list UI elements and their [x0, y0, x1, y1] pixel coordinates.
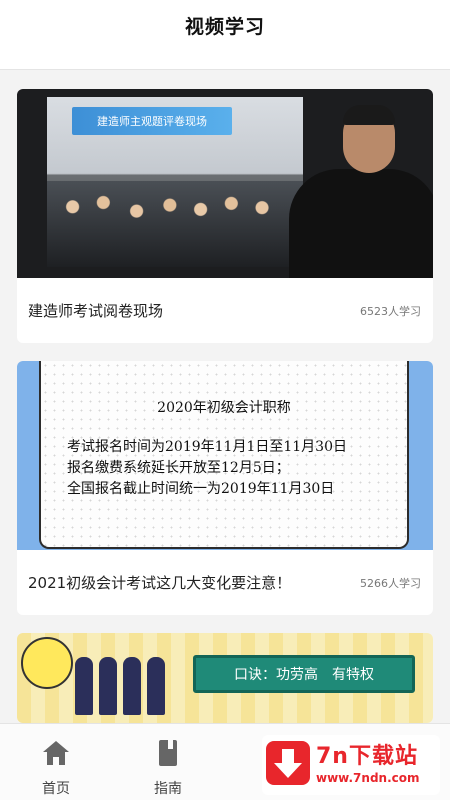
notice-title: 2020年初级会计职称 — [157, 400, 291, 416]
video-title: 2021初级会计考试这几大变化要注意！ — [28, 574, 292, 592]
book-icon — [138, 738, 198, 772]
graduates-image — [75, 645, 187, 715]
tab-guide[interactable]: 指南 — [138, 738, 198, 798]
notice-paper: 2020年初级会计职称 考试报名时间为2019年11月1日至11月30日 报名缴… — [39, 361, 409, 549]
notice-line: 考试报名时间为2019年11月1日至11月30日 — [67, 439, 347, 455]
thumbnail-banner: 建造师主观题评卷现场 — [72, 107, 232, 135]
page-title: 视频学习 — [184, 16, 265, 38]
learner-count: 5266人学习 — [360, 576, 421, 590]
graduate-figure — [123, 657, 141, 715]
presenter-hair — [343, 105, 395, 125]
watermark-brand: 7n下载站 — [316, 744, 418, 769]
notice-line: 报名缴费系统延长开放至12月5日； — [67, 460, 290, 476]
notice-line: 全国报名截止时间统一为2019年11月30日 — [67, 481, 335, 497]
chalkboard-text: 口诀：功劳高 有特权 — [193, 655, 415, 693]
learner-count: 6523人学习 — [360, 304, 421, 318]
graduate-figure — [75, 657, 93, 715]
video-thumbnail[interactable]: 2020年初级会计职称 考试报名时间为2019年11月1日至11月30日 报名缴… — [17, 361, 433, 550]
graduate-figure — [99, 657, 117, 715]
graduate-figure — [147, 657, 165, 715]
watermark-url: www.7ndn.com — [316, 771, 420, 785]
tab-label: 指南 — [154, 781, 182, 797]
tab-home[interactable]: 首页 — [26, 738, 86, 798]
watermark-logo: 7n下载站 www.7ndn.com — [262, 735, 440, 795]
audience-image — [47, 181, 303, 267]
video-card[interactable]: 建造师主观题评卷现场 建造师考试阅卷现场 6523人学习 — [17, 89, 433, 343]
video-title: 建造师考试阅卷现场 — [28, 302, 164, 320]
video-card[interactable]: 口诀：功劳高 有特权 — [17, 633, 433, 723]
tab-label: 首页 — [42, 781, 70, 797]
mascot-image — [21, 637, 73, 689]
download-arrow-icon — [266, 741, 310, 785]
video-card[interactable]: 2020年初级会计职称 考试报名时间为2019年11月1日至11月30日 报名缴… — [17, 361, 433, 615]
app-header: 视频学习 — [0, 0, 450, 70]
video-thumbnail[interactable]: 建造师主观题评卷现场 — [17, 89, 433, 278]
video-thumbnail[interactable]: 口诀：功劳高 有特权 — [17, 633, 433, 723]
video-info: 2021初级会计考试这几大变化要注意！ 5266人学习 — [17, 550, 433, 615]
presenter-image — [289, 169, 433, 278]
notice-body: 考试报名时间为2019年11月1日至11月30日 报名缴费系统延长开放至12月5… — [67, 437, 347, 500]
home-icon — [26, 738, 86, 772]
video-info: 建造师考试阅卷现场 6523人学习 — [17, 278, 433, 343]
